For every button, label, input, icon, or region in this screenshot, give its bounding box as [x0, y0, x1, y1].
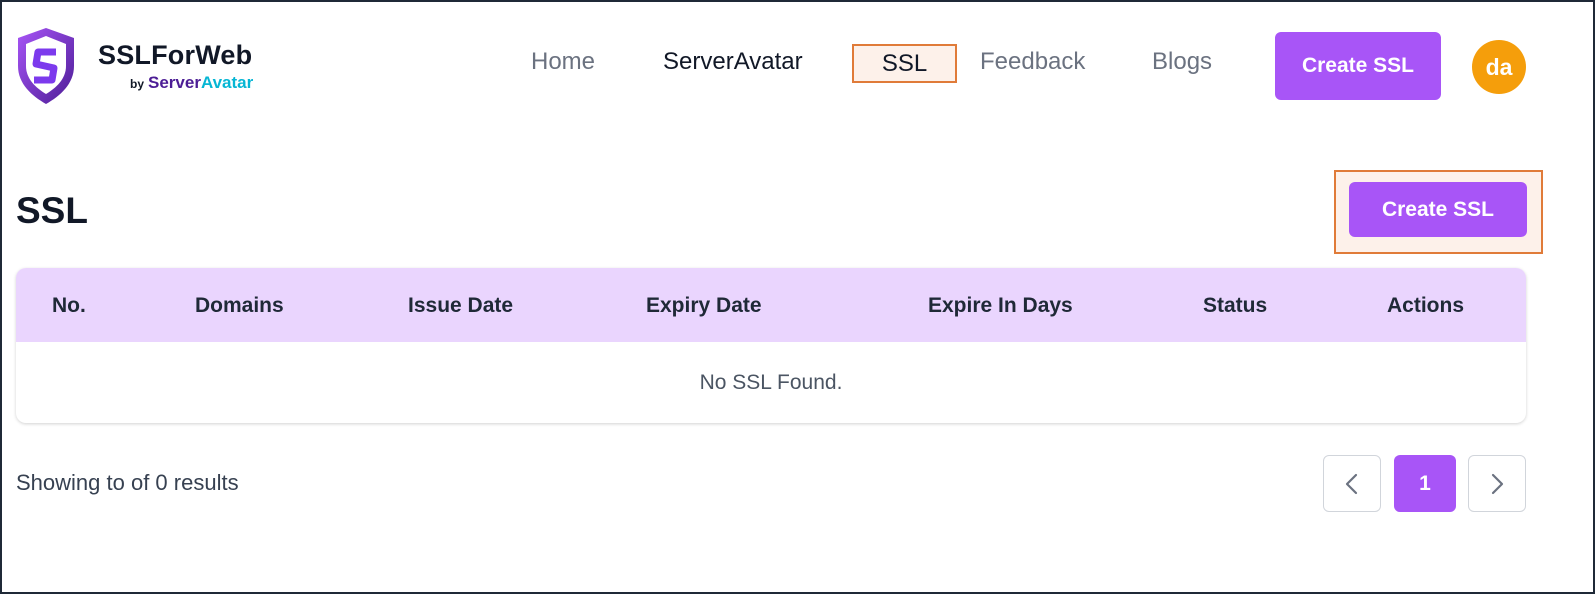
- table-header-row: No. Domains Issue Date Expiry Date Expir…: [16, 268, 1526, 342]
- chevron-right-icon: [1491, 473, 1504, 494]
- pagination-next-button[interactable]: [1468, 455, 1526, 512]
- brand-text: SSLForWeb by ServerAvatar: [98, 40, 253, 93]
- user-avatar[interactable]: da: [1472, 40, 1526, 94]
- nav-feedback[interactable]: Feedback: [980, 48, 1085, 76]
- header-create-ssl-button[interactable]: Create SSL: [1275, 32, 1441, 100]
- brand-subtitle: by ServerAvatar: [130, 73, 253, 93]
- brand-by: by: [130, 76, 145, 91]
- shield-logo-icon: [18, 28, 74, 104]
- pagination-prev-button[interactable]: [1323, 455, 1381, 512]
- ssl-table: No. Domains Issue Date Expiry Date Expir…: [16, 268, 1526, 423]
- brand-sub-avatar: Avatar: [200, 72, 254, 92]
- brand-logo[interactable]: SSLForWeb by ServerAvatar: [14, 26, 253, 106]
- column-header-domains: Domains: [195, 294, 284, 317]
- nav-blogs[interactable]: Blogs: [1152, 48, 1212, 76]
- column-header-expire-in-days: Expire In Days: [928, 294, 1073, 317]
- nav-serveravatar[interactable]: ServerAvatar: [663, 48, 803, 76]
- results-summary: Showing to of 0 results: [16, 470, 239, 495]
- create-ssl-button[interactable]: Create SSL: [1349, 182, 1527, 237]
- pagination-page-current[interactable]: 1: [1394, 455, 1456, 512]
- column-header-expiry-date: Expiry Date: [646, 294, 762, 317]
- empty-table-message: No SSL Found.: [699, 371, 843, 394]
- top-navbar: SSLForWeb by ServerAvatar Home ServerAvat…: [0, 0, 1595, 130]
- chevron-left-icon: [1345, 473, 1358, 494]
- nav-home[interactable]: Home: [531, 48, 595, 76]
- column-header-no: No.: [52, 294, 86, 317]
- brand-title: SSLForWeb: [98, 39, 253, 70]
- column-header-actions: Actions: [1387, 294, 1465, 317]
- nav-ssl[interactable]: SSL: [852, 44, 957, 83]
- column-header-issue-date: Issue Date: [408, 294, 514, 317]
- page-title: SSL: [16, 190, 88, 231]
- column-header-status: Status: [1203, 294, 1268, 317]
- brand-sub-server: Server: [148, 72, 201, 92]
